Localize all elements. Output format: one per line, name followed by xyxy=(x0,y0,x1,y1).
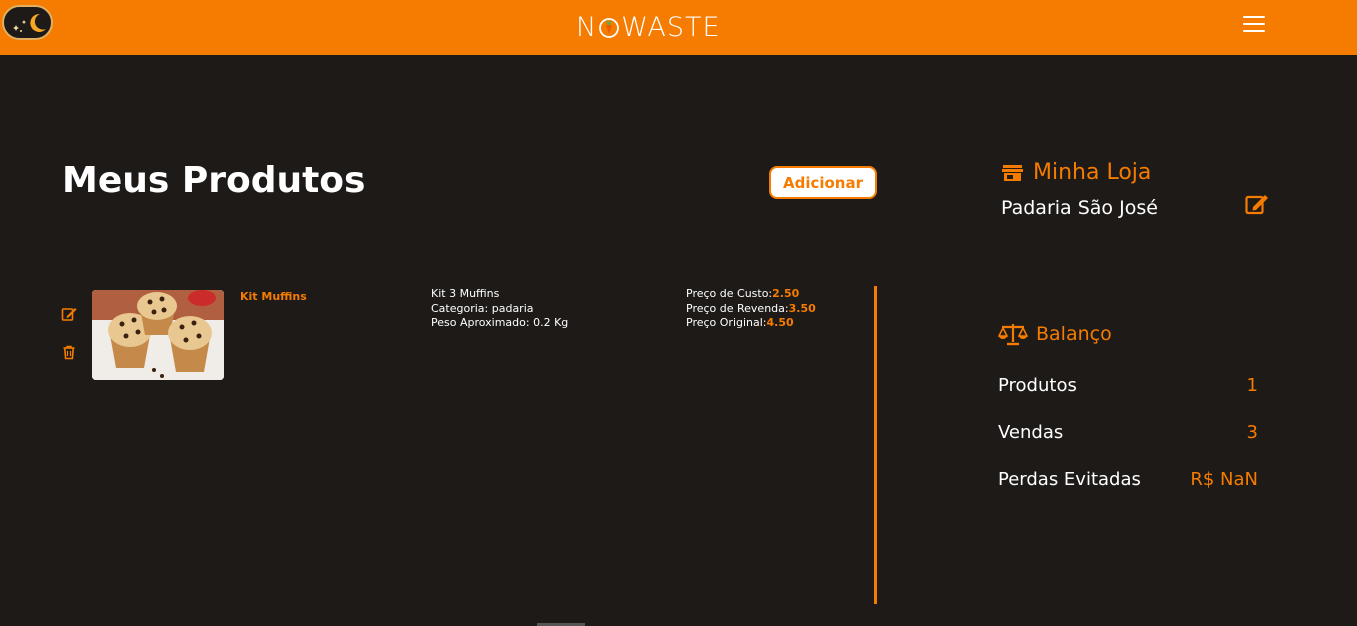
cost-price-label: Preço de Custo: xyxy=(686,287,773,300)
product-row: Kit Muffins Kit 3 Muffins Categoria: pad… xyxy=(0,285,870,385)
product-details: Kit 3 Muffins Categoria: padaria Peso Ap… xyxy=(431,287,568,331)
brand-suffix: WASTE xyxy=(621,11,721,43)
product-image xyxy=(92,290,224,380)
product-weight: Peso Aproximado: 0.2 Kg xyxy=(431,316,569,329)
cost-price-value: 2.50 xyxy=(772,287,800,300)
product-prices: Preço de Custo:2.50 Preço de Revenda:3.5… xyxy=(686,287,816,331)
product-description: Kit 3 Muffins xyxy=(431,287,500,300)
balance-label: Perdas Evitadas xyxy=(998,468,1141,490)
store-icon xyxy=(1002,164,1023,181)
resale-price: Preço de Revenda:3.50 xyxy=(686,302,816,317)
product-name[interactable]: Kit Muffins xyxy=(240,290,307,303)
balance-label: Produtos xyxy=(998,374,1077,396)
balance-row-sales: Vendas 3 xyxy=(998,420,1258,444)
trash-icon[interactable] xyxy=(61,344,77,360)
brand-logo[interactable]: N WASTE xyxy=(576,10,721,44)
balance-label: Vendas xyxy=(998,421,1064,443)
top-bar: N WASTE xyxy=(0,0,1357,55)
balance-row-losses: Perdas Evitadas R$ NaN xyxy=(998,467,1258,491)
resale-price-value: 3.50 xyxy=(788,301,816,315)
theme-toggle[interactable] xyxy=(2,5,53,40)
store-title: Minha Loja xyxy=(1002,160,1151,185)
cost-price: Preço de Custo:2.50 xyxy=(686,287,816,302)
add-product-button[interactable]: Adicionar xyxy=(769,166,877,199)
balance-value: 3 xyxy=(1246,421,1258,443)
balance-value: 1 xyxy=(1246,374,1258,396)
page-title: Meus Produtos xyxy=(62,160,366,201)
moon-stars-icon xyxy=(13,13,46,32)
original-price: Preço Original:4.50 xyxy=(686,316,816,331)
balance-title-label: Balanço xyxy=(1036,323,1112,345)
balance-title: Balanço xyxy=(998,322,1112,346)
store-title-label: Minha Loja xyxy=(1033,160,1152,185)
store-name: Padaria São José xyxy=(1001,197,1158,219)
vertical-divider xyxy=(874,286,877,604)
balance-row-products: Produtos 1 xyxy=(998,373,1258,397)
original-price-label: Preço Original: xyxy=(686,316,767,329)
menu-icon[interactable] xyxy=(1243,16,1265,36)
resale-price-label: Preço de Revenda: xyxy=(686,301,789,315)
edit-icon[interactable] xyxy=(1245,193,1269,215)
scale-icon xyxy=(998,324,1028,346)
balance-value: R$ NaN xyxy=(1190,468,1258,490)
product-category: Categoria: padaria xyxy=(431,301,534,315)
edit-icon[interactable] xyxy=(61,306,77,322)
carrot-o-icon xyxy=(599,18,620,38)
brand-prefix: N xyxy=(576,11,598,43)
original-price-value: 4.50 xyxy=(766,316,794,329)
